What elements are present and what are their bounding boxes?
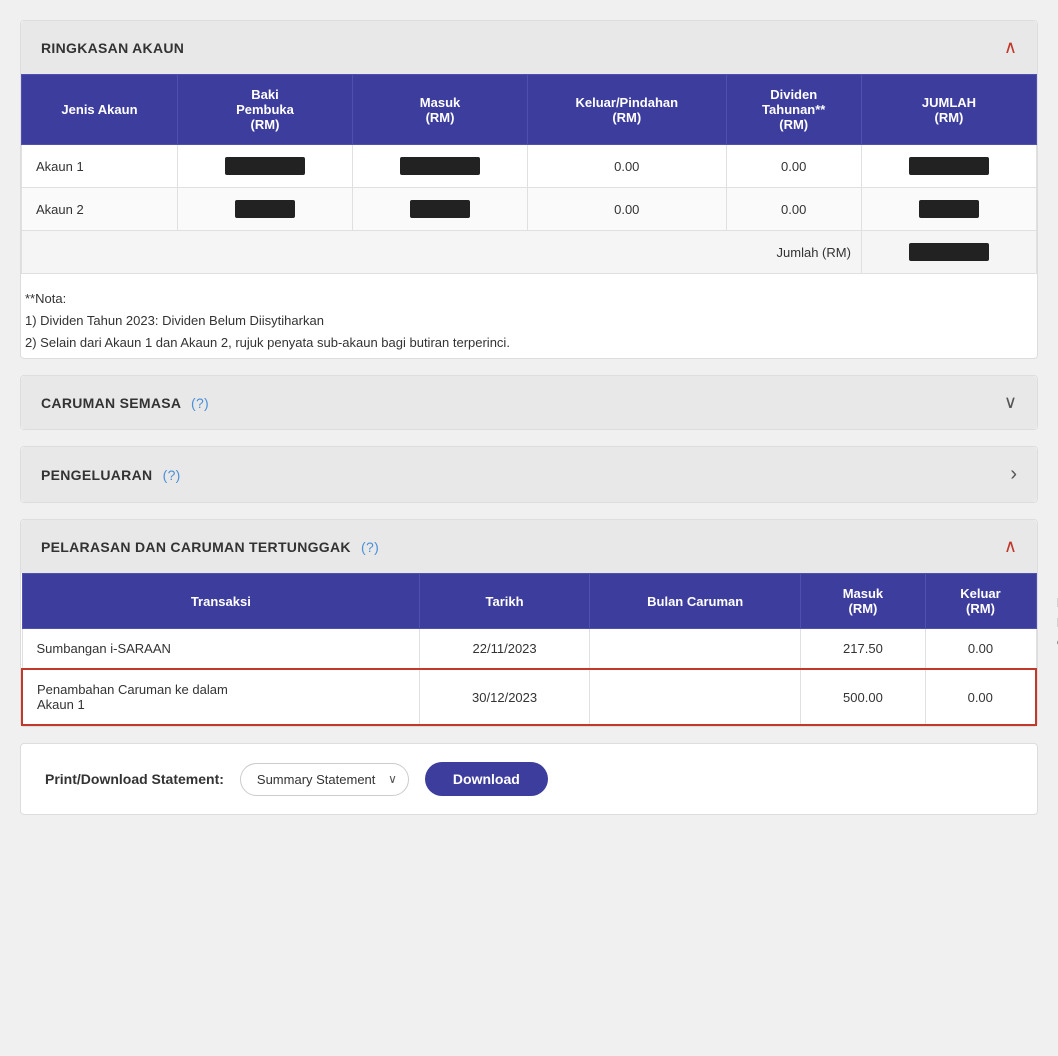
pelarasan-header[interactable]: PELARASAN DAN CARUMAN TERTUNGGAK (?) ∧ bbox=[21, 520, 1037, 573]
pelarasan-title: PELARASAN DAN CARUMAN TERTUNGGAK (?) bbox=[41, 539, 379, 555]
download-button[interactable]: Download bbox=[425, 762, 548, 796]
ringkasan-section: RINGKASAN AKAUN ∧ Jenis Akaun BakiPembuk… bbox=[20, 20, 1038, 359]
akaun2-dividen: 0.00 bbox=[726, 188, 861, 231]
col-jenis: Jenis Akaun bbox=[22, 75, 178, 145]
notes-prefix: **Nota: bbox=[25, 288, 1033, 310]
select-wrapper: Summary Statement Detailed Statement ∨ bbox=[240, 763, 409, 796]
pengeluaran-chevron: › bbox=[1010, 463, 1017, 486]
pelarasan-section: PELARASAN DAN CARUMAN TERTUNGGAK (?) ∧ K… bbox=[20, 519, 1038, 727]
pengeluaran-header[interactable]: PENGELUARAN (?) › bbox=[21, 447, 1037, 502]
trans2-masuk: 500.00 bbox=[801, 669, 925, 725]
trans1-keluar: 0.00 bbox=[925, 629, 1036, 670]
trans1-tarikh: 22/11/2023 bbox=[420, 629, 590, 670]
akaun1-dividen: 0.00 bbox=[726, 145, 861, 188]
akaun2-label: Akaun 2 bbox=[22, 188, 178, 231]
akaun2-baki bbox=[177, 188, 352, 231]
akaun1-jumlah bbox=[861, 145, 1036, 188]
footer-bar: Print/Download Statement: Summary Statem… bbox=[20, 743, 1038, 815]
col-keluar: Keluar/Pindahan(RM) bbox=[528, 75, 726, 145]
trans1-name: Sumbangan i-SARAAN bbox=[22, 629, 420, 670]
trans2-tarikh: 30/12/2023 bbox=[420, 669, 590, 725]
caruman-help[interactable]: (?) bbox=[191, 395, 209, 411]
pelarasan-chevron: ∧ bbox=[1004, 536, 1017, 557]
akaun2-jumlah bbox=[861, 188, 1036, 231]
trans2-bulan bbox=[590, 669, 801, 725]
notes-section: **Nota: 1) Dividen Tahun 2023: Dividen B… bbox=[21, 274, 1037, 358]
table-row: Akaun 1 0.00 0.00 bbox=[22, 145, 1037, 188]
callout-container: Kerajaan tambah caruman KWSP RM500 seora… bbox=[21, 573, 1037, 726]
trans-col-masuk: Masuk(RM) bbox=[801, 574, 925, 629]
ringkasan-chevron: ∧ bbox=[1004, 37, 1017, 58]
ringkasan-content: Jenis Akaun BakiPembuka(RM) Masuk(RM) Ke… bbox=[21, 74, 1037, 358]
pelarasan-help[interactable]: (?) bbox=[361, 539, 379, 555]
akaun1-label: Akaun 1 bbox=[22, 145, 178, 188]
trans-col-transaksi: Transaksi bbox=[22, 574, 420, 629]
total-row: Jumlah (RM) bbox=[22, 231, 1037, 274]
caruman-section: CARUMAN SEMASA (?) ∨ bbox=[20, 375, 1038, 430]
trans2-keluar: 0.00 bbox=[925, 669, 1036, 725]
table-row: Akaun 2 0.00 0.00 bbox=[22, 188, 1037, 231]
pengeluaran-section: PENGELUARAN (?) › bbox=[20, 446, 1038, 503]
col-baki: BakiPembuka(RM) bbox=[177, 75, 352, 145]
akaun1-keluar: 0.00 bbox=[528, 145, 726, 188]
akaun1-masuk bbox=[353, 145, 528, 188]
total-value bbox=[861, 231, 1036, 274]
caruman-chevron: ∨ bbox=[1004, 392, 1017, 413]
col-dividen: DividenTahunan**(RM) bbox=[726, 75, 861, 145]
trans-col-tarikh: Tarikh bbox=[420, 574, 590, 629]
ringkasan-title: RINGKASAN AKAUN bbox=[41, 40, 184, 56]
total-label: Jumlah (RM) bbox=[22, 231, 862, 274]
trans-col-keluar: Keluar(RM) bbox=[925, 574, 1036, 629]
akaun2-keluar: 0.00 bbox=[528, 188, 726, 231]
footer-label: Print/Download Statement: bbox=[45, 771, 224, 787]
table-row: Sumbangan i-SARAAN 22/11/2023 217.50 0.0… bbox=[22, 629, 1036, 670]
transaction-table: Transaksi Tarikh Bulan Caruman Masuk(RM)… bbox=[21, 573, 1037, 726]
akaun2-masuk bbox=[353, 188, 528, 231]
pengeluaran-help[interactable]: (?) bbox=[163, 467, 181, 483]
col-masuk: Masuk(RM) bbox=[353, 75, 528, 145]
caruman-header[interactable]: CARUMAN SEMASA (?) ∨ bbox=[21, 376, 1037, 429]
page-wrapper: RINGKASAN AKAUN ∧ Jenis Akaun BakiPembuk… bbox=[20, 20, 1038, 815]
account-table: Jenis Akaun BakiPembuka(RM) Masuk(RM) Ke… bbox=[21, 74, 1037, 274]
statement-select[interactable]: Summary Statement Detailed Statement bbox=[240, 763, 409, 796]
col-jumlah: JUMLAH(RM) bbox=[861, 75, 1036, 145]
notes-line1: 1) Dividen Tahun 2023: Dividen Belum Dii… bbox=[25, 310, 1033, 332]
notes-line2: 2) Selain dari Akaun 1 dan Akaun 2, ruju… bbox=[25, 332, 1033, 354]
trans2-name: Penambahan Caruman ke dalamAkaun 1 bbox=[22, 669, 420, 725]
trans1-bulan bbox=[590, 629, 801, 670]
highlighted-table-row: Penambahan Caruman ke dalamAkaun 1 30/12… bbox=[22, 669, 1036, 725]
akaun1-baki bbox=[177, 145, 352, 188]
trans1-masuk: 217.50 bbox=[801, 629, 925, 670]
ringkasan-header[interactable]: RINGKASAN AKAUN ∧ bbox=[21, 21, 1037, 74]
pengeluaran-title: PENGELUARAN (?) bbox=[41, 467, 181, 483]
caruman-title: CARUMAN SEMASA (?) bbox=[41, 395, 209, 411]
trans-col-bulan: Bulan Caruman bbox=[590, 574, 801, 629]
